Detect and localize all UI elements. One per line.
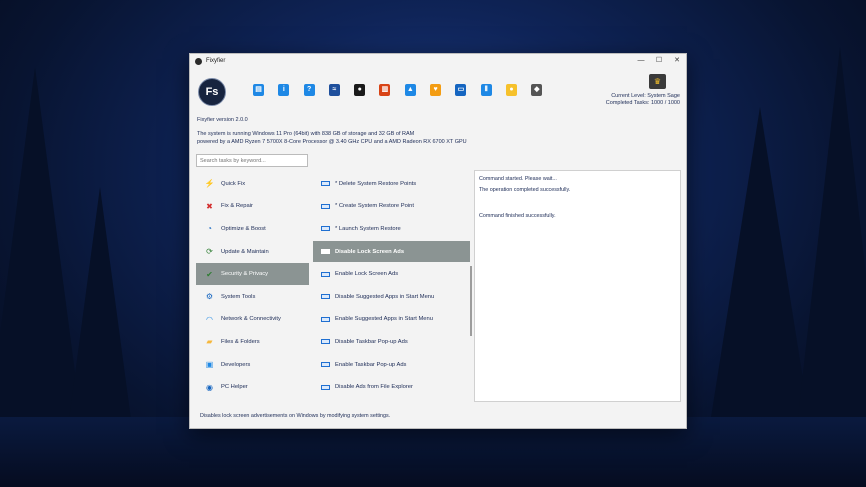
category-label: Security & Privacy: [221, 271, 269, 278]
task-window-icon: [321, 339, 330, 345]
lightbulb-icon[interactable]: ●: [505, 84, 517, 96]
task-list: * Delete System Restore Points * Create S…: [313, 173, 470, 399]
category-item[interactable]: ◠ Network & Connectivity: [196, 309, 309, 331]
task-item[interactable]: Disable Suggested Apps in Start Menu: [313, 286, 470, 308]
code-icon: ▣: [205, 360, 214, 370]
category-item[interactable]: ▣ Developers: [196, 354, 309, 376]
speedometer-icon: ◔: [207, 224, 212, 234]
task-label: * Create System Restore Point: [335, 203, 414, 210]
task-window-icon: [321, 271, 330, 277]
task-list-scrollbar[interactable]: [470, 266, 472, 336]
update-icon: ⟳: [206, 247, 213, 257]
heart-hand-icon[interactable]: ♥: [430, 84, 442, 96]
book-icon[interactable]: ▤: [253, 84, 264, 96]
lightning-icon: ⚡: [204, 179, 215, 189]
layout-icon[interactable]: ▭: [455, 84, 467, 96]
task-item[interactable]: Disable Lock Screen Ads: [313, 240, 470, 263]
app-logo: Fs: [198, 78, 226, 106]
category-item[interactable]: ⟳ Update & Maintain: [196, 241, 309, 263]
task-window-icon: [321, 362, 330, 368]
task-window-icon: [321, 203, 330, 209]
task-item[interactable]: * Delete System Restore Points: [313, 173, 470, 195]
task-label: Disable Suggested Apps in Start Menu: [335, 293, 435, 300]
robot-icon: ◉: [206, 382, 213, 392]
category-label: System Tools: [221, 293, 256, 300]
toolbar: ▤ i? ≈ ● ▥ ▲ ♥ ▭ ⦀ ● ◆: [253, 84, 557, 96]
task-window-icon: [321, 249, 330, 255]
task-item[interactable]: Enable Taskbar Pop-up Ads: [313, 354, 470, 376]
system-info: The system is running Windows 11 Pro (64…: [197, 131, 467, 146]
folder-icon: ▰: [206, 337, 213, 347]
level-panel: ♛ Current Level: System Sage Completed T…: [606, 74, 680, 107]
wrench-icon: ✖: [206, 201, 213, 211]
status-description: Disables lock screen advertisements on W…: [200, 413, 391, 419]
task-window-icon: [321, 294, 330, 300]
task-item[interactable]: * Create System Restore Point: [313, 196, 470, 218]
task-label: Disable Lock Screen Ads: [335, 248, 405, 255]
task-label: * Launch System Restore: [335, 225, 401, 232]
task-item[interactable]: Disable Ads from File Explorer: [313, 376, 470, 398]
task-label: Enable Suggested Apps in Start Menu: [335, 316, 433, 323]
category-item[interactable]: ▰ Files & Folders: [196, 331, 309, 353]
wifi-icon: ◠: [206, 314, 213, 324]
app-window: Fixyfier — ☐ ✕ Fs ▤ i? ≈ ● ▥ ▲ ♥ ▭ ⦀ ● ◆ ♛ Current…: [189, 53, 687, 429]
category-label: Fix & Repair: [221, 203, 253, 210]
info-icon[interactable]: i: [278, 84, 290, 96]
category-item[interactable]: ✖ Fix & Repair: [196, 196, 309, 218]
system-info-line: The system is running Windows 11 Pro (64…: [197, 131, 415, 137]
github-icon[interactable]: ●: [354, 84, 366, 96]
sliders-icon[interactable]: ⦀: [480, 84, 492, 96]
like-icon[interactable]: ▲: [404, 84, 416, 96]
app-icon: [195, 57, 202, 65]
task-item[interactable]: Enable Lock Screen Ads: [313, 263, 470, 285]
task-item[interactable]: * Launch System Restore: [313, 218, 470, 240]
category-item[interactable]: ◔ Optimize & Boost: [196, 218, 309, 240]
maximize-button[interactable]: ☐: [650, 54, 668, 68]
output-line: Command finished successfully.: [479, 213, 556, 219]
category-item[interactable]: ◉ PC Helper: [196, 376, 309, 398]
category-label: Quick Fix: [221, 180, 246, 187]
category-list: ⚡ Quick Fix ✖ Fix & Repair ◔ Optimize & Boost…: [196, 173, 309, 399]
task-label: * Delete System Restore Points: [335, 180, 417, 187]
search-input[interactable]: [196, 154, 308, 167]
task-label: Disable Taskbar Pop-up Ads: [335, 338, 408, 345]
output-line: The operation completed successfully.: [479, 187, 571, 193]
minimize-button[interactable]: —: [632, 54, 650, 68]
category-label: Optimize & Boost: [221, 225, 266, 232]
task-window-icon: [321, 384, 330, 390]
category-item[interactable]: ✔ Security & Privacy: [196, 263, 309, 285]
current-level: Current Level: System Sage: [611, 93, 680, 99]
task-label: Enable Lock Screen Ads: [335, 271, 399, 278]
close-button[interactable]: ✕: [668, 54, 686, 68]
category-label: Update & Maintain: [221, 248, 269, 255]
output-line: Command started. Please wait...: [479, 176, 557, 182]
category-label: Files & Folders: [221, 338, 260, 345]
completed-tasks: Completed Tasks: 1000 / 1000: [605, 100, 680, 106]
window-controls: — ☐ ✕: [632, 54, 686, 68]
category-label: Developers: [221, 361, 251, 368]
version-label: Fixyfier version 2.0.0: [197, 117, 248, 123]
task-window-icon: [321, 226, 330, 232]
help-icon[interactable]: ?: [303, 84, 315, 96]
task-window-icon: [321, 181, 330, 187]
task-item[interactable]: Enable Suggested Apps in Start Menu: [313, 309, 470, 331]
category-label: Network & Connectivity: [221, 316, 281, 323]
task-window-icon: [321, 316, 330, 322]
category-label: PC Helper: [221, 384, 248, 391]
window-title: Fixyfier: [206, 58, 226, 64]
category-item[interactable]: ⚙ System Tools: [196, 286, 309, 308]
title-bar[interactable]: Fixyfier — ☐ ✕: [190, 54, 686, 68]
shield-check-icon: ✔: [206, 269, 213, 279]
task-label: Disable Ads from File Explorer: [335, 384, 413, 391]
task-item[interactable]: Disable Taskbar Pop-up Ads: [313, 331, 470, 353]
system-info-line: powered by a AMD Ryzen 7 5700X 8-Core Pr…: [197, 138, 467, 145]
eraser-icon[interactable]: ◆: [531, 84, 543, 96]
category-item[interactable]: ⚡ Quick Fix: [196, 173, 309, 195]
crown-badge-icon[interactable]: ♛: [649, 74, 666, 89]
gear-icon: ⚙: [205, 292, 214, 302]
store-icon[interactable]: ▥: [379, 84, 391, 96]
output-console: Command started. Please wait... The oper…: [474, 170, 681, 402]
task-label: Enable Taskbar Pop-up Ads: [335, 361, 407, 368]
aws-icon[interactable]: ≈: [328, 84, 340, 96]
